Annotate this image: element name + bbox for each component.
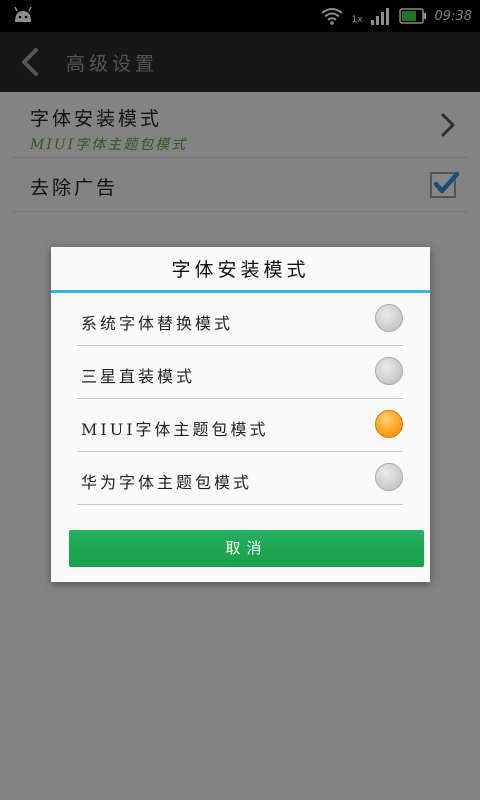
option-huawei-theme-package[interactable]: 华为字体主题包模式 [77,452,403,505]
font-install-mode-dialog: 字体安装模式 系统字体替换模式 三星直装模式 MIUI字体主题包模式 华为字体主… [51,247,430,582]
option-label: 三星直装模式 [81,367,196,386]
option-list: 系统字体替换模式 三星直装模式 MIUI字体主题包模式 华为字体主题包模式 [77,293,403,505]
option-miui-theme-package[interactable]: MIUI字体主题包模式 [77,399,403,452]
dialog-title: 字体安装模式 [171,259,310,281]
option-system-font-replace[interactable]: 系统字体替换模式 [77,293,403,346]
radio-button[interactable] [375,357,403,385]
option-label: 系统字体替换模式 [81,314,234,333]
option-label: MIUI字体主题包模式 [81,420,269,439]
option-samsung-direct-install[interactable]: 三星直装模式 [77,346,403,399]
radio-button-selected[interactable] [375,410,403,438]
cancel-button[interactable]: 取消 [69,530,424,567]
radio-button[interactable] [375,463,403,491]
option-label: 华为字体主题包模式 [81,473,253,492]
radio-button[interactable] [375,304,403,332]
